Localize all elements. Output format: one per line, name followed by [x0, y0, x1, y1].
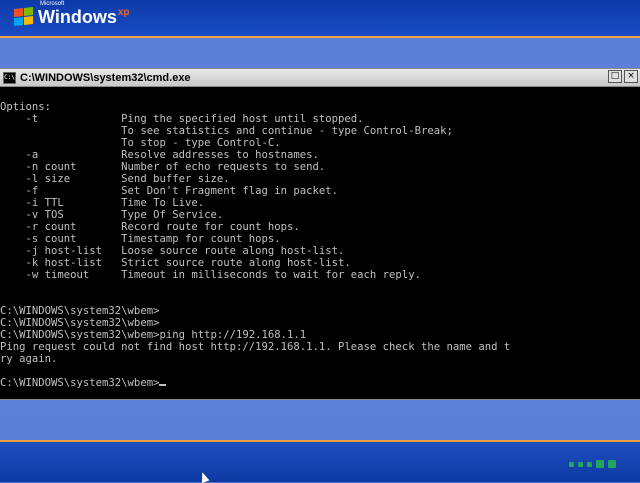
logo-windows-text: Windows — [38, 6, 117, 27]
logo-microsoft-text: Microsoft — [40, 0, 65, 7]
windows-xp-logo: Microsoft Windowsxp — [14, 0, 130, 30]
cmd-titlebar[interactable]: C:\ C:\WINDOWS\system32\cmd.exe □ × — [0, 69, 640, 87]
logo-xp-text: xp — [117, 6, 130, 18]
console-output[interactable]: Options: -t Ping the specified host unti… — [0, 87, 640, 401]
bottom-banner — [0, 440, 640, 482]
progress-dots — [569, 460, 616, 468]
top-banner: Microsoft Windowsxp — [0, 0, 640, 38]
cmd-icon[interactable]: C:\ — [3, 71, 16, 84]
windows-flag-icon — [14, 7, 34, 27]
console-prompt: C:\WINDOWS\system32\wbem> — [0, 377, 160, 389]
text-cursor — [159, 384, 167, 386]
maximize-button[interactable]: □ — [608, 70, 622, 83]
cmd-window[interactable]: C:\ C:\WINDOWS\system32\cmd.exe □ × Opti… — [0, 69, 640, 399]
window-title: C:\WINDOWS\system32\cmd.exe — [20, 71, 191, 84]
console-text: Options: -t Ping the specified host unti… — [0, 101, 511, 365]
close-button[interactable]: × — [624, 70, 638, 83]
